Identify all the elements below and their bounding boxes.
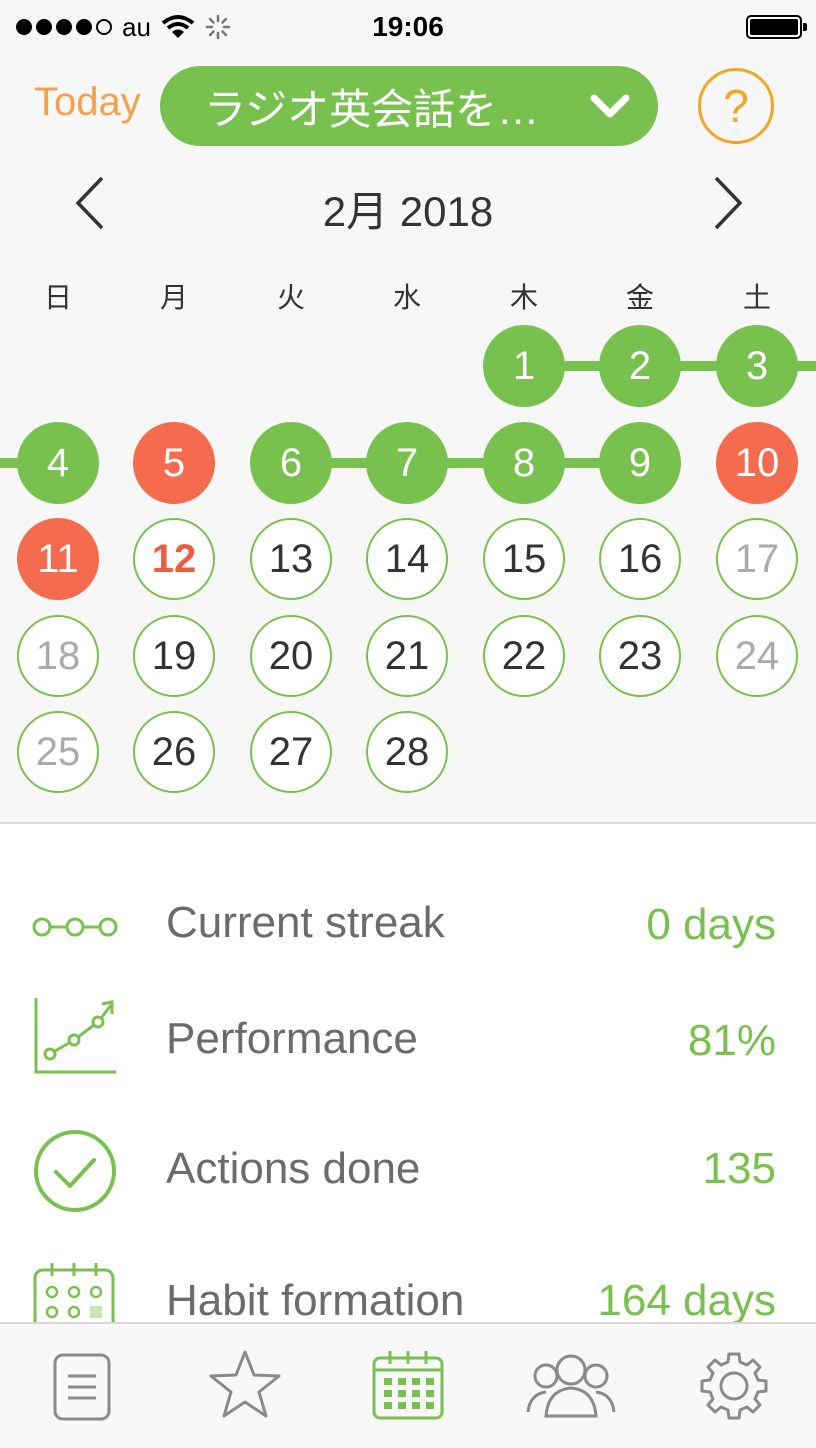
list-icon[interactable] bbox=[52, 1352, 112, 1422]
weekday-label: 土 bbox=[742, 282, 771, 313]
stat-label: Current streak bbox=[166, 898, 445, 947]
performance-chart-icon bbox=[34, 998, 116, 1074]
help-button[interactable]: ? bbox=[698, 68, 774, 144]
calendar-day[interactable]: 2 bbox=[599, 325, 681, 407]
weekday-label: 月 bbox=[159, 282, 188, 313]
status-time: 19:06 bbox=[372, 11, 444, 42]
calendar-day[interactable]: 23 bbox=[599, 615, 681, 697]
calendar-day[interactable]: 17 bbox=[716, 518, 798, 600]
calendar-day[interactable]: 5 bbox=[133, 422, 215, 504]
stat-value: 81% bbox=[687, 1016, 776, 1065]
calendar-day[interactable]: 20 bbox=[250, 615, 332, 697]
calendar-day[interactable]: 11 bbox=[17, 518, 99, 600]
habit-title: ラジオ英会話を… bbox=[204, 85, 540, 133]
calendar-day[interactable]: 8 bbox=[483, 422, 565, 504]
calendar-day[interactable]: 15 bbox=[483, 518, 565, 600]
calendar-grid-icon bbox=[33, 1263, 115, 1322]
tab-bar bbox=[0, 1322, 816, 1448]
calendar-day[interactable]: 21 bbox=[366, 615, 448, 697]
panel-divider bbox=[0, 822, 816, 824]
calendar-day[interactable]: 27 bbox=[250, 711, 332, 793]
chevron-down-icon bbox=[590, 94, 630, 118]
battery-icon bbox=[746, 0, 807, 54]
calendar-day[interactable]: 12 bbox=[133, 518, 215, 600]
stat-value: 0 days bbox=[646, 900, 776, 949]
next-month-chevron-icon[interactable] bbox=[710, 174, 746, 232]
calendar-day[interactable]: 6 bbox=[250, 422, 332, 504]
checkmark-circle-icon bbox=[34, 1130, 116, 1212]
weekday-label: 火 bbox=[276, 282, 305, 313]
calendar-day[interactable]: 1 bbox=[483, 325, 565, 407]
calendar-day[interactable]: 28 bbox=[366, 711, 448, 793]
month-title: 2月 2018 bbox=[322, 188, 494, 235]
calendar-day[interactable]: 18 bbox=[17, 615, 99, 697]
calendar-day[interactable]: 22 bbox=[483, 615, 565, 697]
weekday-label: 水 bbox=[392, 282, 421, 313]
weekday-label: 日 bbox=[43, 282, 72, 313]
habit-selector-button[interactable]: ラジオ英会話を… bbox=[160, 66, 658, 146]
calendar-day[interactable]: 14 bbox=[366, 518, 448, 600]
stat-value: 135 bbox=[702, 1144, 776, 1193]
calendar-day[interactable]: 3 bbox=[716, 325, 798, 407]
calendar-day[interactable]: 4 bbox=[17, 422, 99, 504]
stat-value: 164 days bbox=[597, 1276, 776, 1325]
calendar-day[interactable]: 26 bbox=[133, 711, 215, 793]
calendar-day[interactable]: 9 bbox=[599, 422, 681, 504]
settings-gear-icon[interactable] bbox=[698, 1350, 770, 1422]
calendar-day[interactable]: 19 bbox=[133, 615, 215, 697]
calendar-day[interactable]: 16 bbox=[599, 518, 681, 600]
calendar-day[interactable]: 10 bbox=[716, 422, 798, 504]
weekday-label: 木 bbox=[509, 282, 538, 313]
group-icon[interactable] bbox=[524, 1350, 618, 1420]
calendar-day[interactable]: 24 bbox=[716, 615, 798, 697]
weekday-label: 金 bbox=[625, 282, 654, 313]
streak-icon bbox=[32, 917, 118, 937]
calendar-day[interactable]: 13 bbox=[250, 518, 332, 600]
star-icon[interactable] bbox=[208, 1348, 282, 1420]
calendar-icon[interactable] bbox=[372, 1350, 444, 1420]
stat-label: Actions done bbox=[166, 1144, 421, 1193]
calendar-day[interactable]: 25 bbox=[17, 711, 99, 793]
stat-label: Performance bbox=[166, 1014, 418, 1063]
calendar-day[interactable]: 7 bbox=[366, 422, 448, 504]
today-button[interactable]: Today bbox=[34, 80, 141, 125]
stat-label: Habit formation bbox=[166, 1276, 465, 1325]
